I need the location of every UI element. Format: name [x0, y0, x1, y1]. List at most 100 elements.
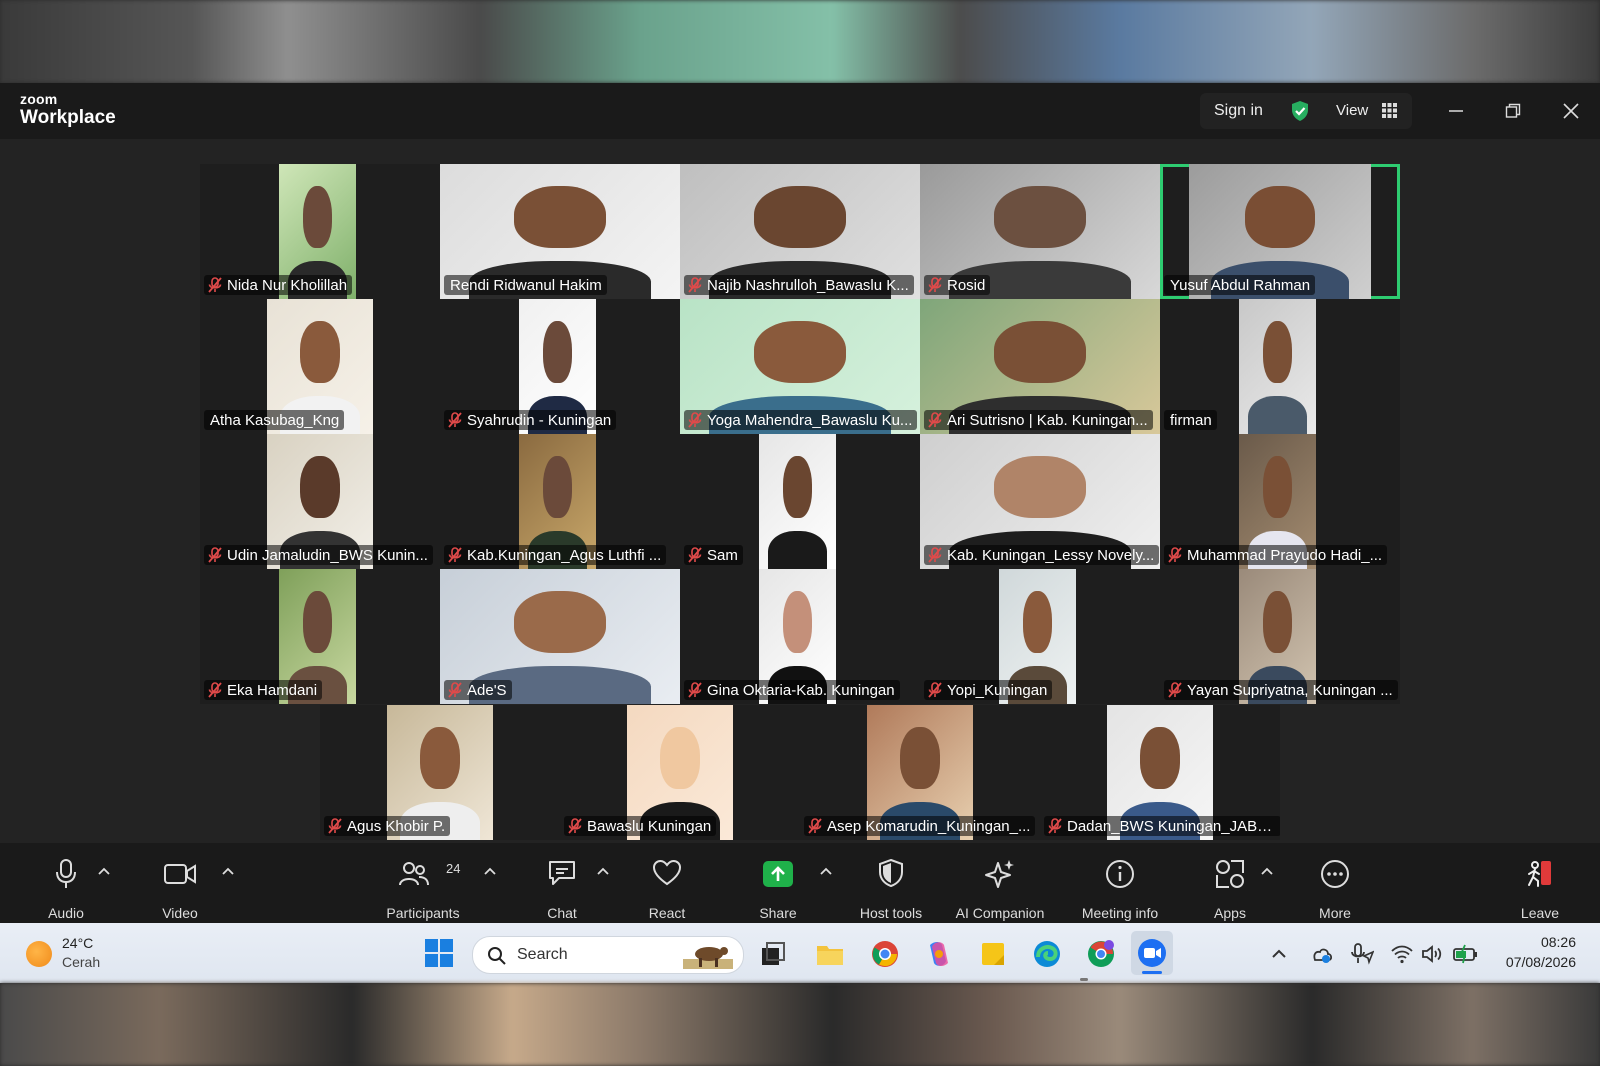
react-button[interactable]: React	[635, 843, 699, 923]
participant-tile[interactable]: Yusuf Abdul Rahman	[1160, 164, 1400, 299]
sticky-notes-icon[interactable]	[978, 939, 1008, 969]
chrome-icon[interactable]	[870, 939, 900, 969]
participant-tile[interactable]: Nida Nur Kholillah	[200, 164, 440, 299]
participant-tile[interactable]: Asep Komarudin_Kuningan_...	[800, 705, 1040, 840]
share-options-chevron-icon[interactable]	[820, 867, 832, 875]
muted-microphone-icon	[448, 412, 462, 428]
chat-options-chevron-icon[interactable]	[597, 867, 609, 875]
zoom-taskbar-item[interactable]	[1131, 931, 1173, 975]
participant-tile[interactable]: Kab.Kuningan_Agus Luthfi ...	[440, 434, 680, 569]
participant-tile[interactable]: Ade'S	[440, 569, 680, 704]
participant-tile[interactable]: Dadan_BWS Kuningan_JABAR	[1040, 705, 1280, 840]
participant-tile[interactable]: Muhammad Prayudo Hadi_...	[1160, 434, 1400, 569]
participant-name-tag: Rosid	[924, 275, 991, 295]
muted-microphone-icon	[208, 547, 222, 563]
participant-face	[299, 455, 341, 518]
chevron-up-icon[interactable]	[1270, 945, 1288, 963]
participant-tile[interactable]: Eka Hamdani	[200, 569, 440, 704]
grid-view-icon[interactable]	[1382, 103, 1397, 118]
participant-tile[interactable]: Syahrudin - Kuningan	[440, 299, 680, 434]
participant-tile[interactable]: Atha Kasubag_Kng	[200, 299, 440, 434]
participant-tile[interactable]: Yoga Mahendra_Bawaslu Ku...	[680, 299, 920, 434]
apps-options-chevron-icon[interactable]	[1261, 867, 1273, 875]
participant-tile[interactable]: Rosid	[920, 164, 1160, 299]
participant-name-tag: Ari Sutrisno | Kab. Kuningan...	[924, 410, 1153, 430]
brand-big: Workplace	[20, 107, 116, 128]
view-button[interactable]: View	[1336, 102, 1368, 119]
sign-in-button[interactable]: Sign in	[1214, 102, 1263, 120]
brand-small: zoom	[20, 91, 58, 107]
video-options-chevron-icon[interactable]	[222, 867, 234, 875]
participant-name-tag: Yoga Mahendra_Bawaslu Ku...	[684, 410, 918, 430]
participants-options-chevron-icon[interactable]	[484, 867, 496, 875]
audio-options-chevron-icon[interactable]	[98, 867, 110, 875]
participant-face	[514, 185, 606, 248]
edge-icon[interactable]	[1032, 939, 1062, 969]
participant-face	[419, 726, 461, 789]
clock-date[interactable]: 07/08/2026	[1494, 954, 1576, 970]
leave-button[interactable]: Leave	[1508, 843, 1572, 923]
title-bar: zoom Workplace Sign in View	[0, 83, 1600, 139]
participant-tile[interactable]: firman	[1160, 299, 1400, 434]
participant-tile[interactable]: Bawaslu Kuningan	[560, 705, 800, 840]
participant-name: Muhammad Prayudo Hadi_...	[1187, 546, 1383, 564]
participant-tile[interactable]: Sam	[680, 434, 920, 569]
participant-tile[interactable]: Agus Khobir P.	[320, 705, 560, 840]
copilot-icon[interactable]	[924, 939, 954, 969]
share-button[interactable]: Share	[746, 843, 810, 923]
participant-tile[interactable]: Yopi_Kuningan	[920, 569, 1160, 704]
weather-condition[interactable]: Cerah	[62, 954, 100, 970]
chat-icon	[549, 861, 575, 885]
weather-temperature[interactable]: 24°C	[62, 935, 93, 951]
title-controls: Sign in View	[1200, 93, 1412, 129]
participant-tile[interactable]: Ari Sutrisno | Kab. Kuningan...	[920, 299, 1160, 434]
file-explorer-icon[interactable]	[815, 939, 845, 969]
security-shield-icon[interactable]	[1290, 100, 1310, 122]
restore-icon	[1505, 103, 1521, 118]
microphone-location-icon[interactable]	[1350, 942, 1374, 966]
host-tools-button[interactable]: Host tools	[846, 843, 936, 923]
minimize-button[interactable]	[1440, 95, 1472, 127]
wifi-icon[interactable]	[1390, 942, 1414, 966]
participant-tile[interactable]: Yayan Supriyatna, Kuningan ...	[1160, 569, 1400, 704]
task-view-icon[interactable]	[758, 939, 788, 969]
participant-face	[1262, 455, 1293, 518]
audio-label: Audio	[48, 905, 84, 921]
audio-button[interactable]: Audio	[34, 843, 98, 923]
video-button[interactable]: Video	[148, 843, 212, 923]
clock-time[interactable]: 08:26	[1522, 934, 1576, 950]
participant-name: Rendi Ridwanul Hakim	[450, 276, 602, 294]
participants-button[interactable]: 24 Participants	[376, 843, 470, 923]
chat-button[interactable]: Chat	[530, 843, 594, 923]
participant-name: Yoga Mahendra_Bawaslu Ku...	[707, 411, 913, 429]
chat-label: Chat	[547, 905, 577, 921]
running-app-indicator	[1080, 978, 1088, 981]
onedrive-cloud-icon[interactable]	[1310, 942, 1334, 966]
restore-button[interactable]	[1497, 95, 1529, 127]
participant-face	[754, 185, 846, 248]
more-button[interactable]: More	[1303, 843, 1367, 923]
participant-tile[interactable]: Kab. Kuningan_Lessy Novely...	[920, 434, 1160, 569]
participant-tile[interactable]: Gina Oktaria-Kab. Kuningan	[680, 569, 920, 704]
participant-name: Sam	[707, 546, 738, 564]
participant-name: Syahrudin - Kuningan	[467, 411, 612, 429]
close-button[interactable]	[1555, 95, 1587, 127]
weather-sun-icon[interactable]	[26, 941, 52, 967]
participants-icon	[399, 862, 429, 886]
chrome-profile-icon[interactable]	[1086, 939, 1116, 969]
windows-start-icon[interactable]	[424, 938, 454, 968]
participant-face	[302, 185, 333, 248]
volume-icon[interactable]	[1420, 942, 1444, 966]
participant-tile[interactable]: Najib Nashrulloh_Bawaslu K...	[680, 164, 920, 299]
participant-tile[interactable]: Udin Jamaludin_BWS Kunin...	[200, 434, 440, 569]
participant-name: Atha Kasubag_Kng	[210, 411, 340, 429]
participant-face	[782, 455, 813, 518]
muted-microphone-icon	[208, 277, 222, 293]
ai-companion-button[interactable]: AI Companion	[946, 843, 1054, 923]
meeting-info-button[interactable]: Meeting info	[1068, 843, 1172, 923]
participant-name: Kab.Kuningan_Agus Luthfi ...	[467, 546, 662, 564]
apps-button[interactable]: Apps	[1198, 843, 1262, 923]
taskbar-search[interactable]: Search	[472, 936, 744, 974]
participant-tile[interactable]: Rendi Ridwanul Hakim	[440, 164, 680, 299]
battery-charging-icon[interactable]	[1452, 942, 1480, 966]
